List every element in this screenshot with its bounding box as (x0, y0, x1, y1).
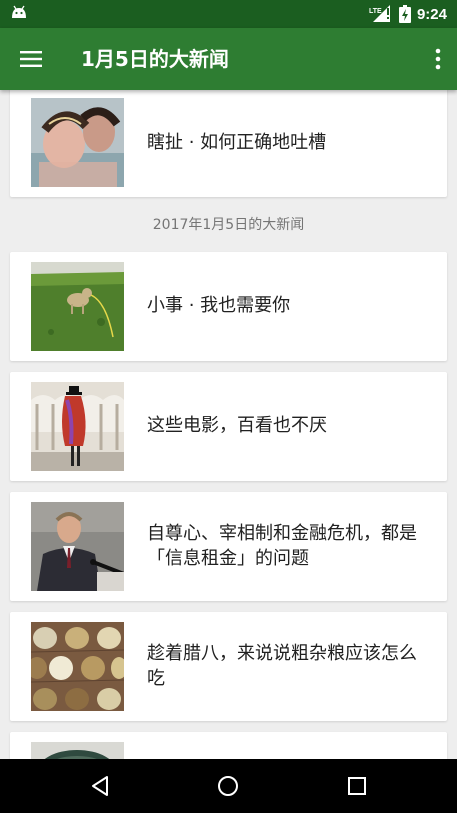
section-date-header: 2017年1月5日的大新闻 (152, 217, 305, 233)
back-icon[interactable] (88, 774, 112, 798)
news-item-card[interactable]: 瞎扯 · 如何正确地吐槽 (10, 90, 447, 197)
news-feed[interactable]: 瞎扯 · 如何正确地吐槽 2017年1月5日的大新闻 小事 · 我也需要你 这些… (0, 90, 457, 759)
news-title: 这些电影，百看也不厌 (147, 415, 327, 437)
android-notification-icon (12, 5, 26, 18)
lte-signal-icon: LTE (369, 5, 390, 22)
status-bar: LTE 9:24 (0, 0, 457, 28)
news-title: 瞎扯 · 如何正确地吐槽 (147, 132, 327, 154)
home-icon[interactable] (216, 774, 240, 798)
news-thumbnail (31, 262, 124, 351)
status-time: 9:24 (416, 5, 447, 23)
news-thumbnail (31, 622, 124, 711)
news-thumbnail (31, 98, 124, 187)
news-item-card[interactable]: 小事 · 我也需要你 (10, 252, 447, 361)
news-title: 小事 · 我也需要你 (147, 295, 291, 317)
news-item-card[interactable]: 趁着腊八，来说说粗杂粮应该怎么吃 (10, 612, 447, 721)
menu-icon[interactable] (19, 47, 43, 71)
app-toolbar: 1月5日的大新闻 (0, 28, 457, 90)
news-item-card[interactable]: 自尊心、宰相制和金融危机，都是「信息租金」的问题 (10, 492, 447, 601)
news-item-card[interactable] (10, 732, 447, 759)
system-navigation-bar (0, 759, 457, 813)
page-title: 1月5日的大新闻 (81, 47, 229, 71)
recents-icon[interactable] (345, 774, 369, 798)
battery-charging-icon (398, 5, 411, 23)
news-thumbnail (31, 382, 124, 471)
news-item-card[interactable]: 这些电影，百看也不厌 (10, 372, 447, 481)
more-options-icon[interactable] (433, 47, 443, 71)
news-thumbnail (31, 502, 124, 591)
news-thumbnail (31, 742, 124, 759)
news-title: 自尊心、宰相制和金融危机，都是「信息租金」的问题 (147, 523, 417, 569)
news-title: 趁着腊八，来说说粗杂粮应该怎么吃 (147, 643, 417, 689)
network-type-label: LTE (369, 8, 382, 15)
